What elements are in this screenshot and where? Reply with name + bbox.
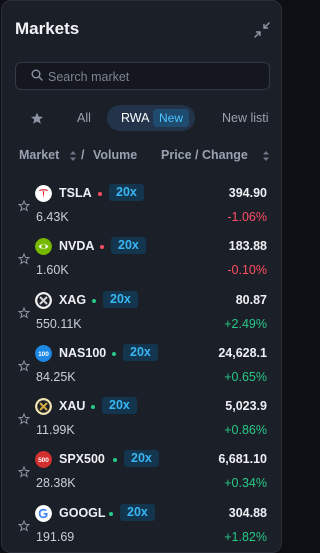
sp-500-logo-icon: 500 [35,451,52,468]
status-dot [113,458,117,462]
tesla-logo-icon [35,185,52,202]
tab-favorites-star-icon[interactable] [30,106,44,131]
leverage-badge: 20x [124,450,159,467]
market-price: 5,023.9 [225,399,267,413]
market-change: +1.82% [224,530,267,544]
status-dot [92,299,96,303]
market-row[interactable]: TSLA 20x 6.43K 394.90 -1.06% [2,179,281,239]
market-volume: 191.69 [36,530,75,544]
status-dot [98,192,102,196]
column-market[interactable]: Market [19,148,59,162]
panel-title: Markets [15,19,80,38]
tab-rwa[interactable]: RWA New [107,105,195,131]
market-price: 80.87 [235,293,267,307]
market-symbol: TSLA [59,186,92,200]
leverage-badge: 20x [103,291,138,308]
market-symbol: XAG [59,293,87,307]
market-symbol: XAU [59,399,86,413]
gold-logo-icon [35,398,52,415]
svg-text:500: 500 [38,457,49,464]
status-dot [91,405,95,409]
column-header: Market / Volume Price / Change [19,148,274,166]
leverage-badge: 20x [111,237,146,254]
market-volume: 28.38K [36,476,76,490]
market-price: 6,681.10 [218,452,267,466]
leverage-badge: 20x [102,397,137,414]
market-change: +2.49% [224,317,267,331]
market-row[interactable]: 500 SPX500 20x 28.38K 6,681.10 +0.34% [2,445,281,505]
market-price: 183.88 [228,239,267,253]
nvidia-logo-icon [35,238,52,255]
market-change: +0.86% [224,423,267,437]
markets-panel: Markets All RWA New New listi Market [1,0,282,553]
search-input[interactable] [46,66,260,88]
column-price-change[interactable]: Price / Change [161,148,248,162]
star-outline-icon[interactable] [18,360,30,372]
search-icon [31,69,43,81]
column-volume[interactable]: Volume [93,148,137,162]
market-change: +0.65% [224,370,267,384]
sort-icon[interactable] [69,149,77,163]
market-change: -1.06% [227,210,267,224]
star-outline-icon[interactable] [18,520,30,532]
new-badge: New [153,109,190,127]
market-row[interactable]: NVDA 20x 1.60K 183.88 -0.10% [2,232,281,292]
column-separator: / [81,148,85,162]
star-outline-icon[interactable] [18,253,30,265]
market-symbol: SPX500 [59,452,105,466]
market-row[interactable]: XAG 20x 550.11K 80.87 +2.49% [2,286,281,346]
silver-logo-icon [35,292,52,309]
tab-all[interactable]: All [77,105,91,131]
market-symbol: GOOGL [59,506,106,520]
market-row[interactable]: GOOGL 20x 191.69 304.88 +1.82% [2,499,281,552]
nasdaq-100-logo-icon: 100 [35,345,52,362]
market-price: 304.88 [228,506,267,520]
market-change: +0.34% [224,476,267,490]
status-dot [100,245,104,249]
status-dot [112,352,116,356]
sort-icon[interactable] [262,149,270,163]
svg-text:100: 100 [38,351,49,358]
collapse-icon[interactable] [253,21,271,39]
market-volume: 11.99K [36,423,75,437]
star-outline-icon[interactable] [18,466,30,478]
market-tabs: All RWA New New listi [2,105,281,131]
tab-new-listing[interactable]: New listi [222,105,269,131]
google-logo-icon [35,505,52,522]
star-outline-icon[interactable] [18,200,30,212]
tab-rwa-label: RWA [121,111,150,125]
market-volume: 84.25K [36,370,76,384]
leverage-badge: 20x [123,344,158,361]
star-outline-icon[interactable] [18,307,30,319]
market-row[interactable]: XAU 20x 11.99K 5,023.9 +0.86% [2,392,281,452]
market-symbol: NAS100 [59,346,107,360]
market-symbol: NVDA [59,239,95,253]
leverage-badge: 20x [109,184,144,201]
market-price: 394.90 [228,186,267,200]
star-outline-icon[interactable] [18,413,30,425]
status-dot [109,512,113,516]
leverage-badge: 20x [120,504,155,521]
search-box[interactable] [15,62,270,90]
market-price: 24,628.1 [218,346,267,360]
market-volume: 550.11K [36,317,82,331]
market-volume: 6.43K [36,210,69,224]
market-volume: 1.60K [36,263,69,277]
market-row[interactable]: 100 NAS100 20x 84.25K 24,628.1 +0.65% [2,339,281,399]
market-change: -0.10% [227,263,267,277]
panel-header: Markets [15,19,271,43]
